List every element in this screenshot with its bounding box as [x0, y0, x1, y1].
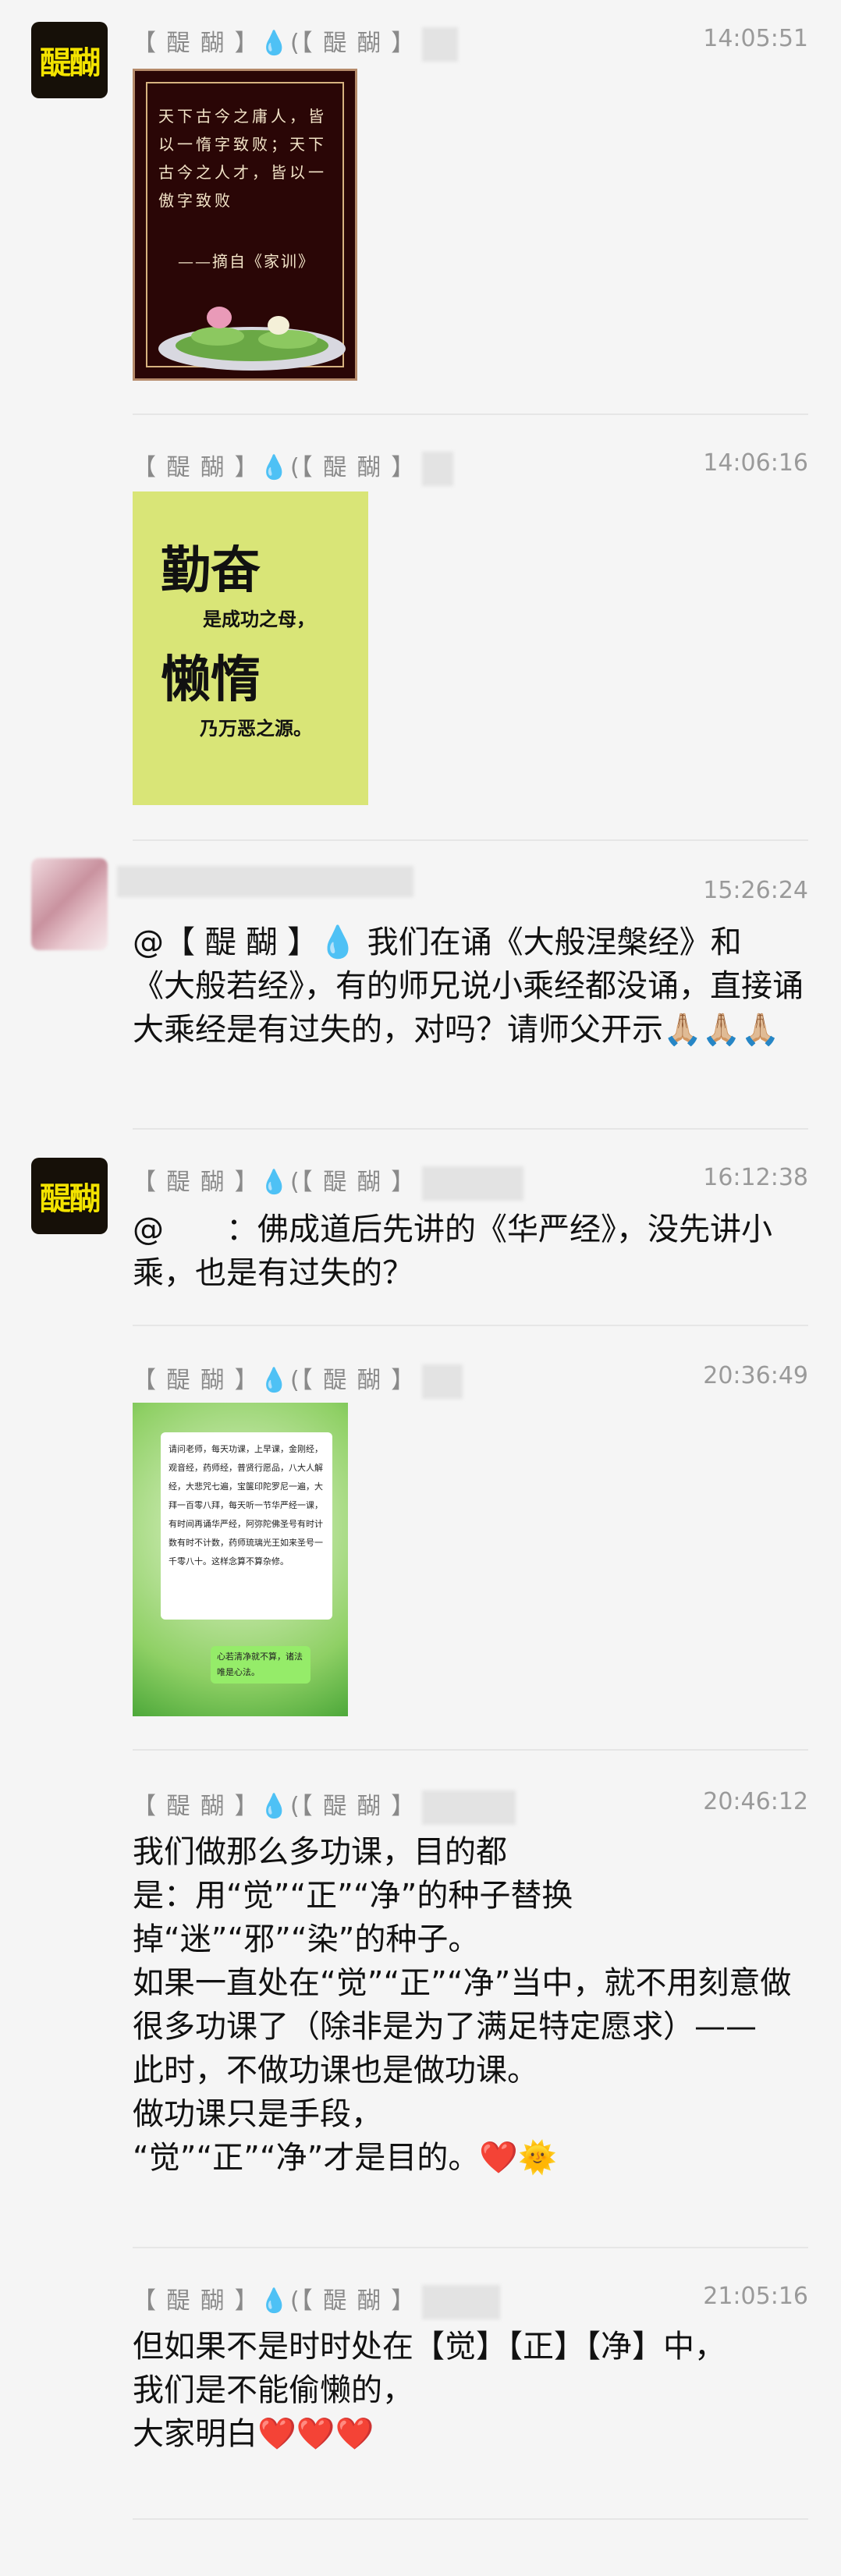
- message-text: 我们做那么多功课，目的都 是：用“觉”“正”“净”的种子替换 掉“迷”“邪”“染…: [133, 1830, 804, 2180]
- image-message[interactable]: 勤奋 是成功之母， 懒惰 乃万恶之源。: [133, 491, 368, 805]
- message-text: @ ：佛成道后先讲的《华严经》，没先讲小乘，也是有过失的？: [133, 1212, 772, 1291]
- water-drop-icon: 💧: [259, 2287, 290, 2315]
- text-line: 此时，不做功课也是做功课。: [133, 2053, 538, 2088]
- timestamp: 15:26:24: [703, 877, 808, 904]
- redacted-name: [422, 1166, 524, 1201]
- message-text: 但如果不是时时处在【觉】【正】【净】中， 我们是不能偷懒的， 大家明白❤️❤️❤…: [133, 2325, 804, 2456]
- redacted-name: [422, 451, 454, 486]
- image-title-1: 勤奋: [161, 541, 261, 600]
- message-divider: [133, 1325, 808, 1326]
- sender-name: 【 醍 醐 】💧(【 醍 醐 】: [133, 448, 454, 486]
- message-text: @【 醍 醐 】💧 我们在诵《大般涅槃经》和《大般若经》，有的师兄说小乘经都没诵…: [133, 924, 804, 1048]
- screenshot-reply-bubble: 心若清净就不算，诸法唯是心法。: [211, 1646, 310, 1684]
- image-source: ——摘自《家训》: [178, 252, 315, 271]
- text-line: 我们是不能偷懒的，: [133, 2372, 413, 2408]
- message-divider: [133, 2518, 808, 2520]
- avatar[interactable]: [31, 858, 108, 950]
- text-line: 是：用“觉”“正”“净”的种子替换: [133, 1878, 573, 1914]
- image-title-2: 懒惰: [161, 651, 261, 709]
- timestamp: 21:05:16: [703, 2283, 808, 2310]
- message-divider: [133, 1128, 808, 1130]
- timestamp: 16:12:38: [703, 1164, 808, 1191]
- timestamp: 14:06:16: [703, 449, 808, 477]
- sender-name: 【 醍 醐 】💧(【 醍 醐 】: [133, 23, 459, 62]
- redacted-name: [422, 2284, 501, 2319]
- image-text: 天下古今之庸人，皆以一惰字致败；天下古今之人才，皆以一傲字致败: [158, 107, 327, 210]
- image-subtitle-2: 乃万恶之源。: [200, 718, 312, 740]
- water-drop-icon: 💧: [259, 1169, 290, 1196]
- sender-name: 【 醍 醐 】💧(【 醍 醐 】: [133, 1162, 524, 1201]
- water-drop-icon: 💧: [259, 1793, 290, 1820]
- text-line: 大家明白❤️❤️❤️: [133, 2416, 374, 2452]
- timestamp: 14:05:51: [703, 25, 808, 52]
- redacted-name: [422, 1364, 463, 1399]
- sender-name: 【 醍 醐 】💧(【 醍 醐 】: [133, 2281, 501, 2319]
- water-drop-icon: 💧: [259, 30, 290, 57]
- redacted-name: [117, 866, 413, 897]
- message-divider: [133, 839, 808, 841]
- text-line: 如果一直处在“觉”“正”“净”当中，就不用刻意做很多功课了（除非是为了满足特定愿…: [133, 1965, 792, 2045]
- sender-name: 【 醍 醐 】💧(【 醍 醐 】: [133, 1787, 516, 1825]
- message-divider: [133, 413, 808, 415]
- text-line: 做功课只是手段，: [133, 2096, 382, 2132]
- sender-name: 【 醍 醐 】💧(【 醍 醐 】: [133, 1361, 463, 1399]
- redacted-name: [422, 27, 459, 62]
- sender-name-redacted: [117, 866, 413, 897]
- avatar[interactable]: 醍醐: [31, 1158, 108, 1234]
- water-drop-icon: 💧: [259, 454, 290, 481]
- avatar[interactable]: 醍醐: [31, 22, 108, 98]
- water-drop-icon: 💧: [259, 1367, 290, 1394]
- image-message[interactable]: 请问老师，每天功课，上早课，金刚经，观音经，药师经，普贤行愿品，八大人解经，大悲…: [133, 1403, 348, 1716]
- text-line: 我们做那么多功课，目的都: [133, 1834, 507, 1870]
- image-subtitle-1: 是成功之母，: [203, 609, 315, 630]
- text-line: 掉“迷”“邪”“染”的种子。: [133, 1921, 480, 1957]
- image-message[interactable]: 天下古今之庸人，皆以一惰字致败；天下古今之人才，皆以一傲字致败 ——摘自《家训》: [133, 69, 357, 381]
- message-divider: [133, 2247, 808, 2248]
- redacted-name: [422, 1790, 516, 1825]
- timestamp: 20:46:12: [703, 1788, 808, 1815]
- text-line: 但如果不是时时处在【觉】【正】【净】中，: [133, 2329, 726, 2365]
- screenshot-card-text: 请问老师，每天功课，上早课，金刚经，观音经，药师经，普贤行愿品，八大人解经，大悲…: [161, 1432, 332, 1620]
- lotus-image: [158, 307, 346, 371]
- message-divider: [133, 1749, 808, 1751]
- timestamp: 20:36:49: [703, 1362, 808, 1389]
- text-line: “觉”“正”“净”才是目的。❤️🌞: [133, 2140, 557, 2176]
